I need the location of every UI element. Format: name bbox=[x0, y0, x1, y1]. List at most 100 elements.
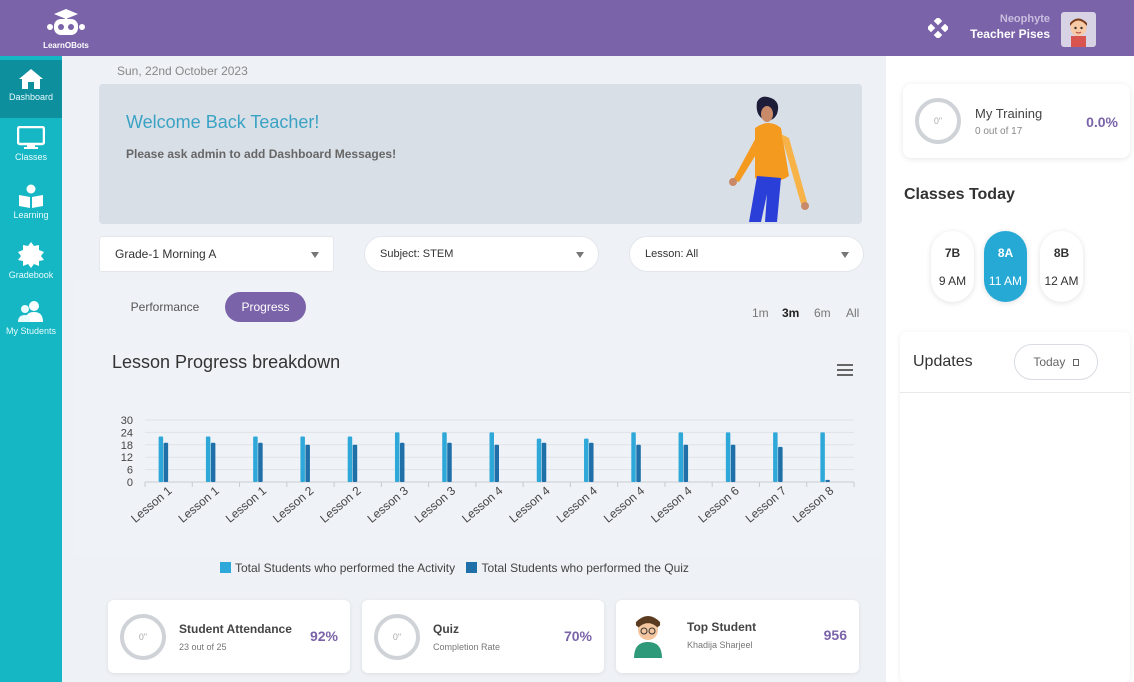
bar-quiz bbox=[636, 444, 641, 482]
classes-today-title: Classes Today bbox=[904, 186, 1015, 203]
main-content: Sun, 22nd October 2023 Welcome Back Teac… bbox=[62, 56, 886, 682]
quiz-card: 0" Quiz Completion Rate 70% bbox=[362, 600, 604, 673]
updates-title: Updates bbox=[913, 353, 973, 370]
grade-select[interactable]: Grade-1 Morning A bbox=[99, 236, 334, 272]
bar-quiz bbox=[683, 444, 689, 482]
user-name: Teacher Pises bbox=[970, 27, 1050, 41]
apps-icon[interactable] bbox=[926, 16, 950, 43]
bar-quiz bbox=[778, 446, 783, 482]
bar-activity bbox=[205, 436, 211, 482]
y-tick-label: 30 bbox=[121, 415, 133, 427]
sidebar-item-label: My Students bbox=[5, 326, 57, 336]
bar-activity bbox=[158, 436, 164, 482]
training-value: 0.0% bbox=[1086, 114, 1118, 130]
sidebar-item-label: Dashboard bbox=[8, 92, 54, 102]
x-tick-label: Lesson 4 bbox=[506, 483, 553, 525]
lesson-progress-chart: 0612182430Lesson 1 Lesson 1 Lesson 1 Lesson… bbox=[121, 415, 855, 526]
attendance-title: Student Attendance bbox=[179, 622, 292, 636]
bar-activity bbox=[820, 432, 825, 482]
calendar-icon bbox=[1072, 359, 1079, 366]
attendance-ring: 0" bbox=[120, 614, 166, 660]
bar-activity bbox=[773, 432, 778, 482]
robot-logo-icon bbox=[47, 9, 85, 35]
lesson-select[interactable]: Lesson: All bbox=[629, 236, 864, 272]
class-time: 12 AM bbox=[1044, 274, 1079, 288]
bar-quiz bbox=[210, 442, 216, 482]
x-tick-label: Lesson 7 bbox=[743, 483, 790, 525]
sidebar-item-dashboard[interactable]: Dashboard bbox=[0, 60, 62, 118]
app-logo[interactable]: LearnOBots bbox=[38, 8, 94, 50]
bar-quiz bbox=[494, 444, 499, 482]
top-student-card: Top Student Khadija Sharjeel 956 bbox=[616, 600, 859, 673]
bar-quiz bbox=[825, 479, 830, 482]
user-level: Neophyte bbox=[999, 13, 1050, 25]
top-student-name: Khadija Sharjeel bbox=[687, 640, 753, 650]
sidebar-item-label: Classes bbox=[14, 152, 47, 162]
bar-activity bbox=[725, 432, 731, 482]
class-time: 11 AM bbox=[988, 274, 1023, 288]
bar-activity bbox=[442, 432, 447, 482]
welcome-title: Welcome Back Teacher! bbox=[126, 112, 320, 132]
updates-divider bbox=[900, 392, 1130, 393]
bar-activity bbox=[347, 436, 353, 482]
bar-activity bbox=[678, 432, 684, 482]
class-pill-7b[interactable]: 7B 9 AM bbox=[931, 231, 974, 302]
x-tick-label: Lesson 2 bbox=[270, 483, 317, 525]
chart-legend: Total Students who performed the Activit… bbox=[220, 561, 697, 575]
training-title: My Training bbox=[975, 106, 1043, 121]
grade-select-value: Grade-1 Morning A bbox=[115, 247, 217, 261]
x-tick-label: Lesson 4 bbox=[554, 483, 601, 525]
y-tick-label: 12 bbox=[121, 452, 133, 464]
bar-quiz bbox=[163, 442, 169, 482]
legend-swatch bbox=[220, 562, 231, 573]
bar-quiz bbox=[258, 442, 263, 482]
bar-activity bbox=[394, 432, 400, 482]
class-pill-8a[interactable]: 8A 11 AM bbox=[984, 231, 1027, 302]
legend-label: Total Students who performed the Quiz bbox=[481, 561, 689, 575]
attendance-value: 92% bbox=[309, 628, 338, 644]
lesson-select-value: Lesson: All bbox=[645, 248, 699, 260]
top-bar: LearnOBots Neophyte Teacher Pises bbox=[0, 0, 1134, 56]
avatar[interactable] bbox=[1061, 12, 1096, 47]
x-tick-label: Lesson 1 bbox=[176, 483, 223, 525]
x-tick-label: Lesson 6 bbox=[695, 483, 742, 525]
welcome-message: Please ask admin to add Dashboard Messag… bbox=[126, 147, 397, 161]
x-tick-label: Lesson 8 bbox=[790, 483, 837, 525]
badge-icon bbox=[18, 242, 44, 268]
sidebar-item-label: Gradebook bbox=[8, 270, 54, 280]
bar-quiz bbox=[352, 444, 358, 482]
quiz-title: Quiz bbox=[433, 622, 459, 636]
class-pill-8b[interactable]: 8B 12 AM bbox=[1040, 231, 1083, 302]
updates-filter-button[interactable]: Today bbox=[1014, 344, 1098, 380]
sidebar-item-my-students[interactable]: My Students bbox=[0, 292, 62, 350]
updates-filter-label: Today bbox=[1033, 355, 1066, 369]
training-card[interactable]: 0" My Training 0 out of 17 0.0% bbox=[903, 84, 1130, 158]
logo-text: LearnOBots bbox=[43, 41, 89, 50]
top-student-score: 956 bbox=[823, 627, 847, 643]
bar-activity bbox=[536, 438, 542, 482]
y-tick-label: 0 bbox=[127, 477, 133, 489]
sidebar-item-gradebook[interactable]: Gradebook bbox=[0, 234, 62, 292]
bar-quiz bbox=[589, 442, 594, 482]
home-icon bbox=[19, 69, 43, 89]
quiz-ring: 0" bbox=[374, 614, 420, 660]
x-tick-label: Lesson 1 bbox=[128, 483, 175, 525]
y-tick-label: 18 bbox=[121, 440, 133, 452]
legend-item-quiz[interactable]: Total Students who performed the Quiz bbox=[466, 561, 689, 575]
legend-item-activity[interactable]: Total Students who performed the Activit… bbox=[220, 561, 455, 575]
chevron-down-icon bbox=[311, 252, 319, 258]
x-tick-label: Lesson 4 bbox=[459, 483, 506, 525]
legend-label: Total Students who performed the Activit… bbox=[235, 561, 456, 575]
subject-select-value: Subject: STEM bbox=[380, 248, 454, 260]
right-panel: 0" My Training 0 out of 17 0.0% Classes … bbox=[886, 56, 1134, 682]
chart-panel: Performance Progress 1m 3m 6m All Lesson… bbox=[74, 280, 884, 556]
training-sub: 0 out of 17 bbox=[975, 126, 1023, 137]
monitor-icon bbox=[17, 126, 45, 149]
chevron-down-icon bbox=[841, 252, 849, 258]
attendance-card: 0" Student Attendance 23 out of 25 92% bbox=[108, 600, 350, 673]
subject-select[interactable]: Subject: STEM bbox=[364, 236, 599, 272]
user-info[interactable]: Neophyte Teacher Pises bbox=[970, 13, 1050, 41]
bar-quiz bbox=[305, 444, 310, 482]
sidebar-item-classes[interactable]: Classes bbox=[0, 118, 62, 176]
sidebar-item-learning[interactable]: Learning bbox=[0, 176, 62, 234]
